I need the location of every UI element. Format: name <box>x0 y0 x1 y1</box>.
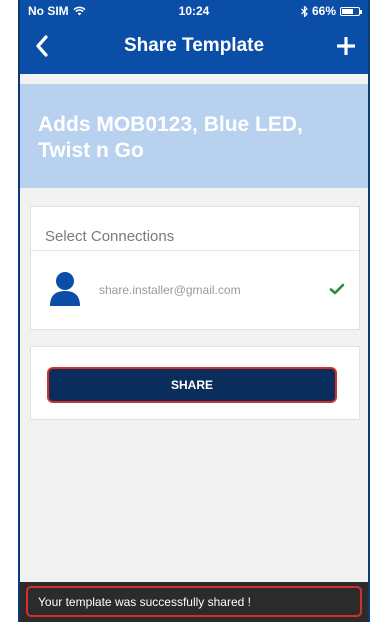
divider <box>31 250 359 251</box>
template-banner: Adds MOB0123, Blue LED, Twist n Go <box>20 84 368 188</box>
select-connections-title: Select Connections <box>45 228 175 245</box>
toast-bar: Your template was successfully shared ! <box>20 582 368 622</box>
connection-item[interactable]: share.installer@gmail.com <box>31 267 359 315</box>
toast-message: Your template was successfully shared ! <box>26 586 362 617</box>
page-title: Share Template <box>123 35 265 56</box>
connection-email: share.installer@gmail.com <box>99 283 241 297</box>
share-card: SHARE <box>30 346 360 420</box>
add-button[interactable] <box>332 30 360 62</box>
connections-card: Select Connections share.installer@gmail… <box>30 206 360 330</box>
battery-percent: 66% <box>311 4 336 18</box>
phone-screen: No SIM 10:24 66% Share Template Adds MOB… <box>18 0 370 626</box>
user-avatar-icon <box>50 272 80 306</box>
status-right: 66% <box>301 4 362 18</box>
battery-icon <box>340 6 362 16</box>
battery-fill <box>342 8 353 14</box>
bluetooth-icon <box>301 5 308 17</box>
template-name: Adds MOB0123, Blue LED, Twist n Go <box>38 113 303 162</box>
status-bar: No SIM 10:24 66% <box>20 0 368 22</box>
share-button[interactable]: SHARE <box>47 367 337 403</box>
app-frame: No SIM 10:24 66% Share Template Adds MOB… <box>18 0 370 622</box>
checkmark-icon <box>329 283 345 295</box>
plus-icon <box>337 37 355 55</box>
nav-bar: Share Template <box>20 22 368 74</box>
